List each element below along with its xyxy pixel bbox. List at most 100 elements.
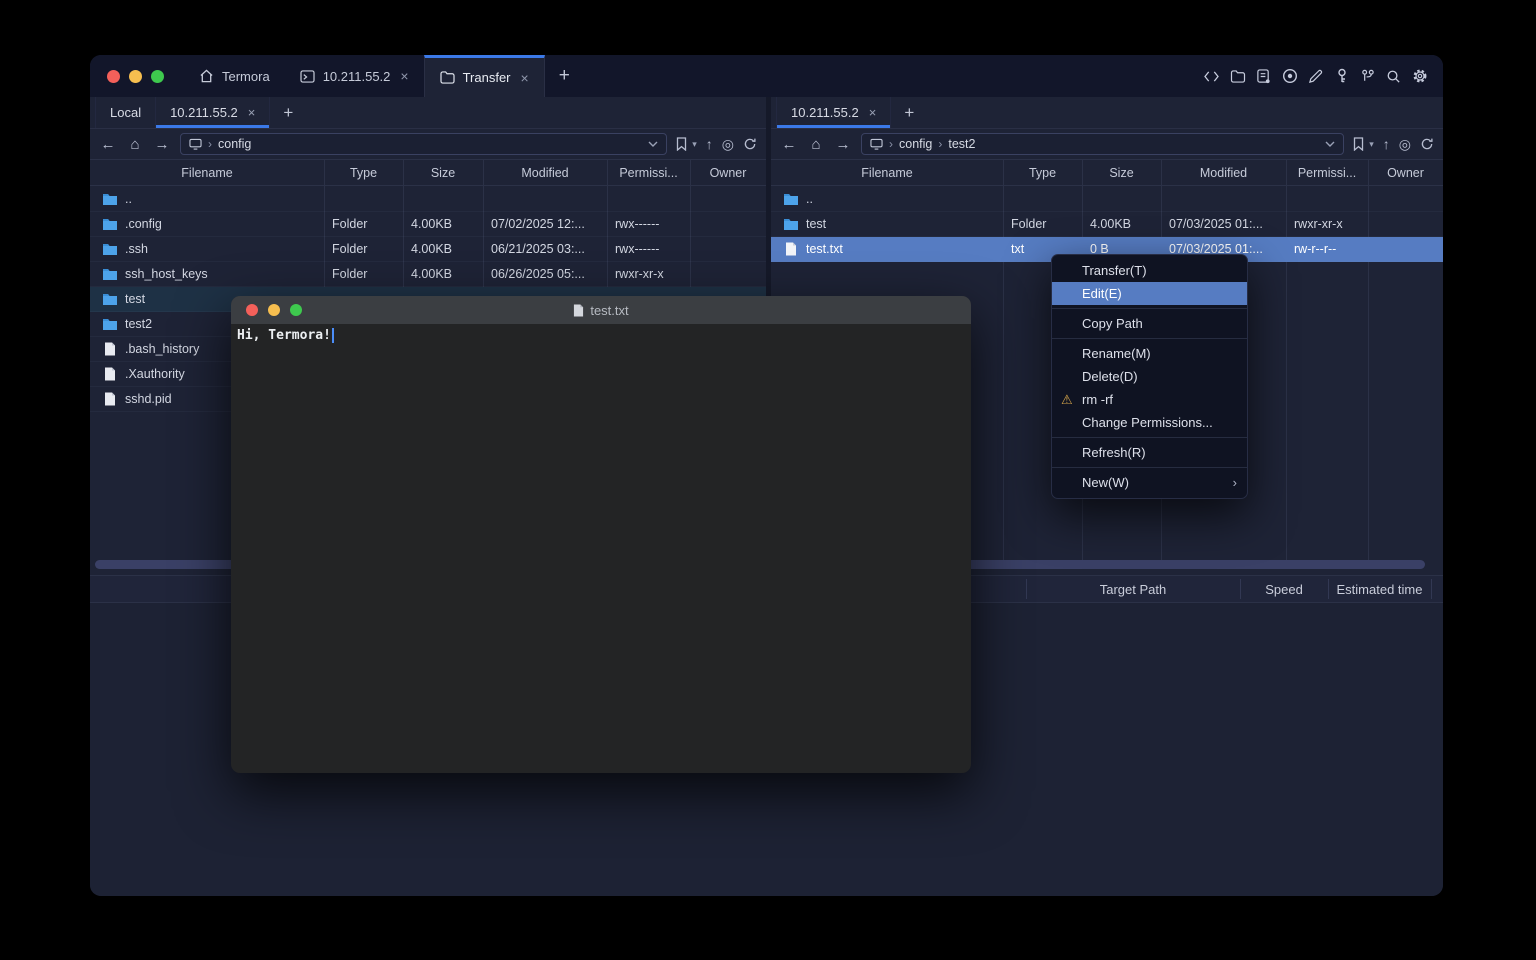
new-tab-button[interactable]: +	[545, 55, 584, 97]
home-icon[interactable]: ⌂	[807, 136, 825, 153]
refresh-icon[interactable]	[743, 137, 757, 151]
column-header[interactable]: Size	[1082, 166, 1161, 180]
code-icon[interactable]	[1203, 68, 1220, 85]
folder-icon	[102, 192, 118, 206]
menu-item-new[interactable]: New(W)›	[1052, 471, 1247, 494]
keychain-icon[interactable]	[1359, 68, 1376, 85]
filename: test	[806, 217, 826, 231]
menu-item-copy-path[interactable]: Copy Path	[1052, 312, 1247, 335]
editor-minimize-button[interactable]	[268, 304, 280, 316]
table-row[interactable]: test Folder4.00KB07/03/2025 01:...rwxr-x…	[771, 212, 1443, 237]
home-icon[interactable]: ⌂	[126, 136, 144, 153]
breadcrumb-segment[interactable]: config	[899, 137, 932, 151]
column-header[interactable]: Size	[403, 166, 483, 180]
pencil-icon[interactable]	[1307, 68, 1324, 85]
maximize-window-button[interactable]	[151, 70, 164, 83]
close-window-button[interactable]	[107, 70, 120, 83]
folder-icon	[783, 192, 799, 206]
computer-icon	[189, 138, 202, 150]
table-row[interactable]: ..	[771, 187, 1443, 212]
log-icon[interactable]	[1255, 68, 1272, 85]
traffic-lights	[90, 55, 184, 97]
show-hidden-icon[interactable]: ◎	[1399, 136, 1411, 153]
close-icon[interactable]: ×	[869, 105, 877, 120]
up-icon[interactable]: ↑	[706, 136, 713, 152]
table-row[interactable]: ssh_host_keys Folder4.00KB06/26/2025 05:…	[90, 262, 766, 287]
column-header[interactable]: Filename	[771, 166, 1003, 180]
record-icon[interactable]	[1281, 68, 1298, 85]
menu-item-edit[interactable]: Edit(E)	[1052, 282, 1247, 305]
context-menu: Transfer(T) Edit(E) Copy Path Rename(M) …	[1051, 254, 1248, 499]
left-pane-tabs: Local 10.211.55.2 × +	[90, 97, 766, 129]
chevron-down-icon[interactable]	[1325, 141, 1335, 147]
bookmark-dropdown-icon[interactable]: ▾	[1369, 139, 1374, 150]
breadcrumb-separator: ›	[938, 137, 942, 151]
file-icon	[102, 367, 118, 381]
breadcrumb[interactable]: › config › test2	[861, 133, 1344, 155]
terminal-icon	[300, 70, 315, 83]
column-header[interactable]: Modified	[483, 166, 607, 180]
tab-termora[interactable]: Termora	[184, 55, 285, 97]
forward-icon[interactable]: →	[834, 136, 852, 153]
breadcrumb-segment[interactable]: test2	[948, 137, 975, 151]
refresh-icon[interactable]	[1420, 137, 1434, 151]
bookmark-icon[interactable]	[676, 137, 687, 151]
table-row[interactable]: .ssh Folder4.00KB06/21/2025 03:...rwx---…	[90, 237, 766, 262]
table-row[interactable]: .config Folder4.00KB07/02/2025 12:...rwx…	[90, 212, 766, 237]
column-header[interactable]: Type	[1003, 166, 1082, 180]
editor-content[interactable]: Hi, Termora!	[231, 324, 971, 347]
chevron-down-icon[interactable]	[648, 141, 658, 147]
column-header[interactable]: Modified	[1161, 166, 1286, 180]
menu-item-transfer[interactable]: Transfer(T)	[1052, 259, 1247, 282]
tab-label: 10.211.55.2	[170, 105, 238, 120]
editor-maximize-button[interactable]	[290, 304, 302, 316]
column-header[interactable]: Permissi...	[1286, 166, 1368, 180]
column-header[interactable]: Permissi...	[607, 166, 690, 180]
tab-remote-host[interactable]: 10.211.55.2 ×	[776, 97, 891, 128]
editor-titlebar[interactable]: test.txt	[231, 296, 971, 324]
back-icon[interactable]: ←	[780, 136, 798, 153]
tab-remote-host[interactable]: 10.211.55.2 ×	[156, 97, 270, 128]
bookmark-icon[interactable]	[1353, 137, 1364, 151]
close-icon[interactable]: ×	[248, 105, 256, 120]
add-pane-tab-button[interactable]: +	[891, 97, 927, 128]
show-hidden-icon[interactable]: ◎	[722, 136, 734, 153]
filename: sshd.pid	[125, 392, 172, 406]
minimize-window-button[interactable]	[129, 70, 142, 83]
back-icon[interactable]: ←	[99, 136, 117, 153]
tab-host-session[interactable]: 10.211.55.2 ×	[285, 55, 424, 97]
bookmark-dropdown-icon[interactable]: ▾	[692, 139, 697, 150]
key-icon[interactable]	[1333, 68, 1350, 85]
titlebar-actions	[1203, 55, 1443, 97]
forward-icon[interactable]: →	[153, 136, 171, 153]
column-header[interactable]: Owner	[1368, 166, 1443, 180]
up-icon[interactable]: ↑	[1383, 136, 1390, 152]
close-icon[interactable]: ×	[400, 68, 408, 84]
search-icon[interactable]	[1385, 68, 1402, 85]
tab-local[interactable]: Local	[95, 97, 156, 128]
left-pane-toolbar: ← ⌂ → › config ▾	[90, 129, 766, 159]
breadcrumb-segment[interactable]: config	[218, 137, 251, 151]
table-row[interactable]: ..	[90, 187, 766, 212]
column-header[interactable]: Owner	[690, 166, 766, 180]
column-header-speed[interactable]: Speed	[1240, 576, 1328, 602]
editor-close-button[interactable]	[246, 304, 258, 316]
menu-item-rm-rf[interactable]: ⚠rm -rf	[1052, 388, 1247, 411]
menu-item-delete[interactable]: Delete(D)	[1052, 365, 1247, 388]
folder-icon[interactable]	[1229, 68, 1246, 85]
column-header-estimated-time[interactable]: Estimated time	[1328, 576, 1431, 602]
close-icon[interactable]: ×	[521, 70, 529, 86]
menu-item-refresh[interactable]: Refresh(R)	[1052, 441, 1247, 464]
folder-icon	[783, 217, 799, 231]
menu-item-change-permissions[interactable]: Change Permissions...	[1052, 411, 1247, 434]
folder-icon	[102, 217, 118, 231]
column-header-target-path[interactable]: Target Path	[1026, 576, 1240, 602]
add-pane-tab-button[interactable]: +	[270, 97, 306, 128]
column-header[interactable]: Type	[324, 166, 403, 180]
column-header[interactable]: Filename	[90, 166, 324, 180]
filename: test2	[125, 317, 152, 331]
tab-transfer[interactable]: Transfer ×	[424, 55, 545, 97]
breadcrumb[interactable]: › config	[180, 133, 667, 155]
settings-icon[interactable]	[1411, 68, 1428, 85]
menu-item-rename[interactable]: Rename(M)	[1052, 342, 1247, 365]
